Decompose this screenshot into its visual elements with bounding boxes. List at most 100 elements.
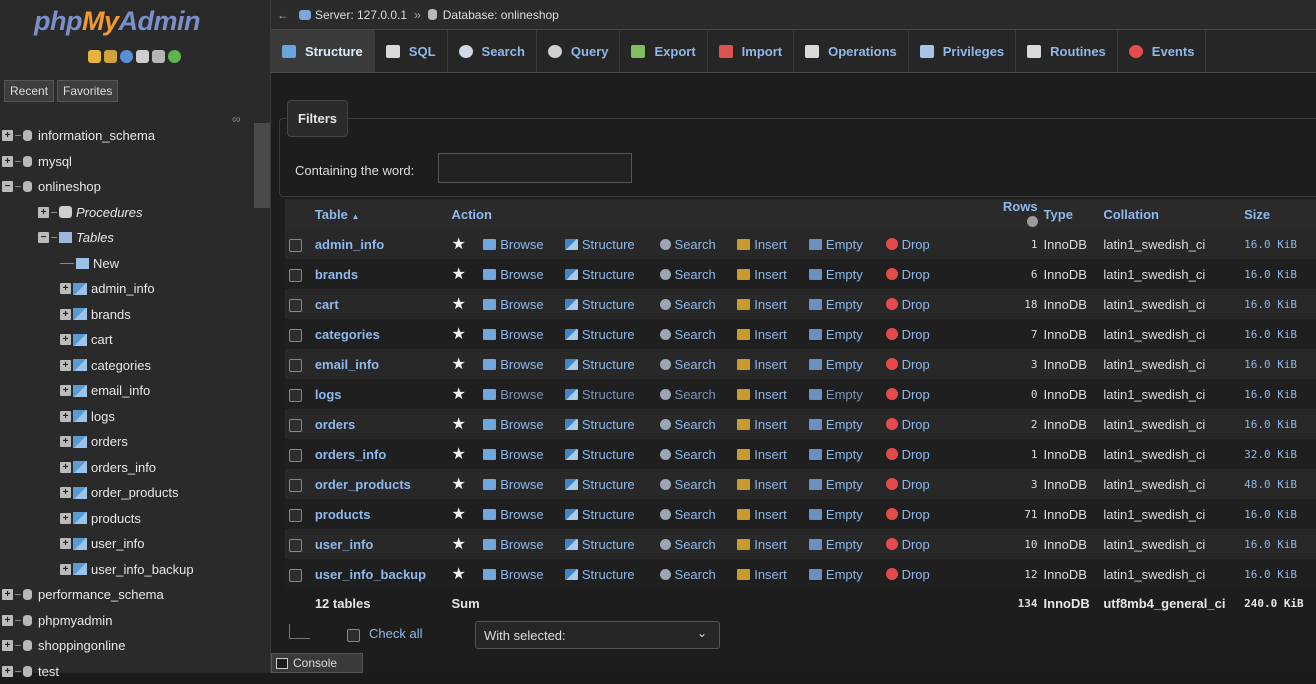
tree-item[interactable]: +orders_info <box>0 455 254 481</box>
tree-item[interactable]: +admin_info <box>0 276 254 302</box>
favorite-star-icon[interactable]: ★ <box>451 506 465 523</box>
expand-icon[interactable]: + <box>60 487 71 498</box>
help-icon[interactable] <box>120 50 133 63</box>
tree-item[interactable]: +shoppingonline <box>0 633 254 659</box>
insert-action[interactable]: Insert <box>737 507 787 522</box>
row-checkbox[interactable] <box>289 329 302 342</box>
table-name-link[interactable]: brands <box>315 267 358 282</box>
search-action[interactable]: Search <box>660 507 716 522</box>
with-selected-select[interactable]: With selected: ⌄ <box>475 621 720 649</box>
favorite-star-icon[interactable]: ★ <box>451 416 465 433</box>
tab-privileges[interactable]: Privileges <box>909 30 1016 72</box>
tab-search[interactable]: Search <box>448 30 537 72</box>
expand-icon[interactable]: + <box>60 564 71 575</box>
browse-action[interactable]: Browse <box>483 567 543 582</box>
empty-action[interactable]: Empty <box>809 237 863 252</box>
favorite-star-icon[interactable]: ★ <box>451 386 465 403</box>
browse-action[interactable]: Browse <box>483 447 543 462</box>
expand-icon[interactable]: + <box>38 207 49 218</box>
drop-action[interactable]: Drop <box>886 267 930 282</box>
insert-action[interactable]: Insert <box>737 387 787 402</box>
search-action[interactable]: Search <box>660 567 716 582</box>
structure-action[interactable]: Structure <box>565 357 635 372</box>
empty-action[interactable]: Empty <box>809 357 863 372</box>
row-checkbox[interactable] <box>289 449 302 462</box>
tree-item[interactable]: +products <box>0 506 254 532</box>
empty-action[interactable]: Empty <box>809 387 863 402</box>
expand-icon[interactable]: + <box>2 666 13 677</box>
favorite-star-icon[interactable]: ★ <box>451 236 465 253</box>
row-checkbox[interactable] <box>289 269 302 282</box>
console-toggle[interactable]: Console <box>271 653 363 673</box>
empty-action[interactable]: Empty <box>809 537 863 552</box>
browse-action[interactable]: Browse <box>483 327 543 342</box>
structure-action[interactable]: Structure <box>565 567 635 582</box>
docs-icon[interactable] <box>136 50 149 63</box>
check-all-link[interactable]: Check all <box>369 626 422 641</box>
expand-icon[interactable]: + <box>60 462 71 473</box>
sidebar-scrollbar[interactable] <box>254 123 270 208</box>
structure-action[interactable]: Structure <box>565 327 635 342</box>
structure-action[interactable]: Structure <box>565 477 635 492</box>
insert-action[interactable]: Insert <box>737 447 787 462</box>
tree-item[interactable]: +Procedures <box>0 200 254 226</box>
empty-action[interactable]: Empty <box>809 477 863 492</box>
tree-item[interactable]: +brands <box>0 302 254 328</box>
type-column-header[interactable]: Type <box>1044 199 1104 229</box>
rows-column-header[interactable]: Rows <box>999 199 1044 229</box>
expand-icon[interactable]: + <box>60 309 71 320</box>
drop-action[interactable]: Drop <box>886 507 930 522</box>
empty-action[interactable]: Empty <box>809 567 863 582</box>
table-size[interactable]: 48.0 KiB <box>1244 469 1316 499</box>
browse-action[interactable]: Browse <box>483 537 543 552</box>
expand-icon[interactable]: + <box>60 385 71 396</box>
table-size[interactable]: 32.0 KiB <box>1244 439 1316 469</box>
tab-routines[interactable]: Routines <box>1016 30 1118 72</box>
search-action[interactable]: Search <box>660 417 716 432</box>
table-name-link[interactable]: logs <box>315 387 342 402</box>
favorite-star-icon[interactable]: ★ <box>451 446 465 463</box>
tree-item[interactable]: +logs <box>0 404 254 430</box>
insert-action[interactable]: Insert <box>737 327 787 342</box>
favorite-star-icon[interactable]: ★ <box>451 536 465 553</box>
favorites-tab[interactable]: Favorites <box>57 80 118 102</box>
home-icon[interactable] <box>88 50 101 63</box>
row-checkbox[interactable] <box>289 419 302 432</box>
row-checkbox[interactable] <box>289 389 302 402</box>
structure-action[interactable]: Structure <box>565 237 635 252</box>
tree-item[interactable]: New <box>0 251 254 277</box>
table-name-link[interactable]: admin_info <box>315 237 384 252</box>
insert-action[interactable]: Insert <box>737 567 787 582</box>
favorite-star-icon[interactable]: ★ <box>451 326 465 343</box>
browse-action[interactable]: Browse <box>483 267 543 282</box>
empty-action[interactable]: Empty <box>809 507 863 522</box>
insert-action[interactable]: Insert <box>737 237 787 252</box>
empty-action[interactable]: Empty <box>809 447 863 462</box>
tab-structure[interactable]: Structure <box>271 30 375 72</box>
expand-icon[interactable]: + <box>60 411 71 422</box>
reload-icon[interactable] <box>168 50 181 63</box>
filter-input[interactable] <box>438 153 632 183</box>
insert-action[interactable]: Insert <box>737 267 787 282</box>
table-name-link[interactable]: categories <box>315 327 380 342</box>
favorite-star-icon[interactable]: ★ <box>451 356 465 373</box>
expand-icon[interactable]: + <box>60 283 71 294</box>
row-checkbox[interactable] <box>289 509 302 522</box>
search-action[interactable]: Search <box>660 387 716 402</box>
browse-action[interactable]: Browse <box>483 297 543 312</box>
tree-item[interactable]: +email_info <box>0 378 254 404</box>
table-column-header[interactable]: Table ▲ <box>315 199 452 229</box>
table-name-link[interactable]: products <box>315 507 371 522</box>
structure-action[interactable]: Structure <box>565 447 635 462</box>
structure-action[interactable]: Structure <box>565 267 635 282</box>
check-all-checkbox[interactable] <box>347 629 360 642</box>
collation-column-header[interactable]: Collation <box>1103 199 1244 229</box>
row-checkbox[interactable] <box>289 359 302 372</box>
favorite-star-icon[interactable]: ★ <box>451 266 465 283</box>
structure-action[interactable]: Structure <box>565 537 635 552</box>
drop-action[interactable]: Drop <box>886 567 930 582</box>
structure-action[interactable]: Structure <box>565 297 635 312</box>
tab-events[interactable]: Events <box>1118 30 1207 72</box>
search-action[interactable]: Search <box>660 267 716 282</box>
insert-action[interactable]: Insert <box>737 357 787 372</box>
